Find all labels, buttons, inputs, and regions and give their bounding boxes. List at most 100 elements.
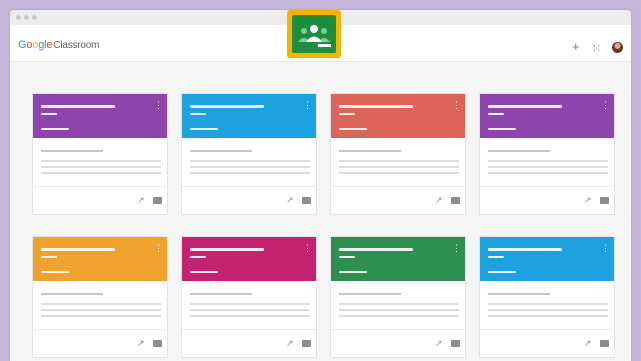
class-card[interactable]: ⋮ ↗ [330, 93, 466, 215]
class-title-placeholder [41, 271, 69, 273]
folder-icon[interactable] [451, 340, 460, 347]
class-title-placeholder [41, 248, 115, 251]
class-card-header[interactable]: ⋮ [331, 94, 465, 138]
class-title-placeholder [190, 128, 218, 130]
classroom-icon [292, 15, 336, 53]
class-title-placeholder [41, 128, 69, 130]
more-vert-icon[interactable]: ⋮ [154, 101, 163, 110]
class-card-header[interactable]: ⋮ [182, 237, 316, 281]
card-text-placeholder [488, 160, 608, 162]
class-card-footer: ↗ [182, 329, 316, 357]
folder-icon[interactable] [302, 340, 311, 347]
trending-icon[interactable]: ↗ [137, 338, 145, 349]
window-maximize-dot[interactable] [32, 15, 37, 20]
card-text-placeholder [41, 150, 103, 152]
card-text-placeholder [190, 293, 252, 295]
class-title-placeholder [339, 113, 355, 115]
more-vert-icon[interactable]: ⋮ [601, 101, 610, 110]
more-vert-icon[interactable]: ⋮ [303, 244, 312, 253]
class-title-placeholder [41, 256, 57, 258]
plus-icon[interactable]: + [572, 39, 580, 54]
class-title-placeholder [190, 113, 206, 115]
card-text-placeholder [339, 293, 401, 295]
class-card[interactable]: ⋮ ↗ [479, 93, 615, 215]
card-text-placeholder [41, 303, 161, 305]
more-vert-icon[interactable]: ⋮ [154, 244, 163, 253]
card-text-placeholder [41, 315, 161, 317]
card-text-placeholder [190, 303, 310, 305]
trending-icon[interactable]: ↗ [584, 338, 592, 349]
people-group-icon [298, 25, 330, 42]
card-text-placeholder [339, 166, 459, 168]
class-title-placeholder [488, 113, 504, 115]
trending-icon[interactable]: ↗ [435, 195, 443, 206]
folder-icon[interactable] [302, 197, 311, 204]
class-card-header[interactable]: ⋮ [331, 237, 465, 281]
class-card-footer: ↗ [182, 186, 316, 214]
class-card-footer: ↗ [331, 329, 465, 357]
class-card-header[interactable]: ⋮ [33, 237, 167, 281]
card-text-placeholder [339, 172, 459, 174]
card-text-placeholder [339, 309, 459, 311]
card-text-placeholder [41, 309, 161, 311]
class-title-placeholder [339, 256, 355, 258]
folder-icon[interactable] [600, 340, 609, 347]
class-card[interactable]: ⋮ ↗ [181, 93, 317, 215]
more-vert-icon[interactable]: ⋮ [303, 101, 312, 110]
class-title-placeholder [488, 248, 562, 251]
card-text-placeholder [488, 303, 608, 305]
class-card-footer: ↗ [480, 329, 614, 357]
class-card-header[interactable]: ⋮ [480, 94, 614, 138]
card-text-placeholder [488, 150, 550, 152]
card-text-placeholder [488, 166, 608, 168]
trending-icon[interactable]: ↗ [286, 195, 294, 206]
card-text-placeholder [41, 172, 161, 174]
trending-icon[interactable]: ↗ [584, 195, 592, 206]
card-text-placeholder [339, 160, 459, 162]
avatar[interactable] [612, 42, 623, 53]
folder-icon[interactable] [600, 197, 609, 204]
apps-grid-icon[interactable]: ⁙ [592, 42, 601, 55]
product-name: Classroom [53, 40, 100, 51]
trending-icon[interactable]: ↗ [435, 338, 443, 349]
class-card-footer: ↗ [480, 186, 614, 214]
class-title-placeholder [488, 256, 504, 258]
folder-icon[interactable] [451, 197, 460, 204]
google-classroom-logo[interactable]: GoogleClassroom [18, 39, 99, 51]
class-card-header[interactable]: ⋮ [33, 94, 167, 138]
card-text-placeholder [339, 303, 459, 305]
more-vert-icon[interactable]: ⋮ [452, 101, 461, 110]
trending-icon[interactable]: ↗ [286, 338, 294, 349]
class-card-header[interactable]: ⋮ [480, 237, 614, 281]
class-card[interactable]: ⋮ ↗ [32, 236, 168, 358]
card-text-placeholder [190, 309, 310, 311]
browser-window: GoogleClassroom + ⁙ ⋮ ↗ ⋮ ↗ ⋮ ↗ ⋮ ↗ ⋮ ↗ ⋮ ↗ ⋮ ↗ ⋮ ↗ [10, 10, 631, 361]
card-text-placeholder [488, 293, 550, 295]
window-close-dot[interactable] [16, 15, 21, 20]
card-text-placeholder [190, 172, 310, 174]
folder-icon[interactable] [153, 340, 162, 347]
more-vert-icon[interactable]: ⋮ [601, 244, 610, 253]
classroom-app-badge [287, 10, 341, 58]
class-title-placeholder [190, 248, 264, 251]
class-title-placeholder [488, 128, 516, 130]
class-title-placeholder [488, 105, 562, 108]
class-card-header[interactable]: ⋮ [182, 94, 316, 138]
class-card-footer: ↗ [33, 186, 167, 214]
card-text-placeholder [190, 150, 252, 152]
class-title-placeholder [339, 271, 367, 273]
trending-icon[interactable]: ↗ [137, 195, 145, 206]
class-title-placeholder [41, 105, 115, 108]
class-card[interactable]: ⋮ ↗ [32, 93, 168, 215]
card-text-placeholder [190, 166, 310, 168]
class-card[interactable]: ⋮ ↗ [479, 236, 615, 358]
window-minimize-dot[interactable] [24, 15, 29, 20]
class-title-placeholder [41, 113, 57, 115]
class-card[interactable]: ⋮ ↗ [330, 236, 466, 358]
card-text-placeholder [190, 315, 310, 317]
more-vert-icon[interactable]: ⋮ [452, 244, 461, 253]
class-title-placeholder [339, 128, 367, 130]
class-title-placeholder [488, 271, 516, 273]
folder-icon[interactable] [153, 197, 162, 204]
class-card[interactable]: ⋮ ↗ [181, 236, 317, 358]
